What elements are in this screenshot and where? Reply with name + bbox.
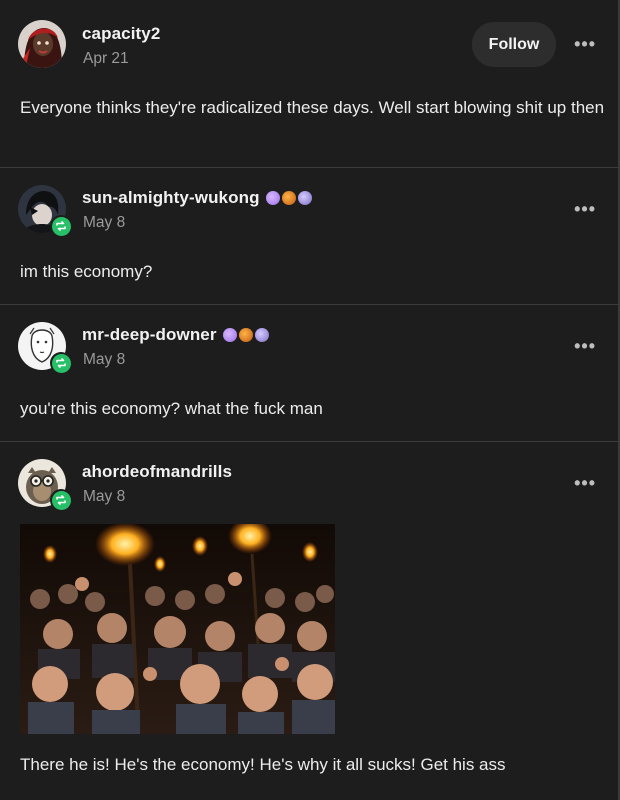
lavender-badge-icon[interactable] (297, 191, 312, 205)
username[interactable]: sun-almighty-wukong (82, 188, 312, 208)
angry-mob-with-torches-image[interactable] (20, 524, 335, 734)
username[interactable]: mr-deep-downer (82, 325, 269, 345)
more-options-icon[interactable]: ••• (574, 473, 596, 494)
post-date[interactable]: Apr 21 (83, 50, 129, 68)
original-post: capacity2 Apr 21 Follow ••• Everyone thi… (0, 0, 618, 168)
username-text[interactable]: sun-almighty-wukong (82, 188, 260, 207)
purple-badge-icon[interactable] (222, 328, 237, 342)
user-badges[interactable] (222, 328, 269, 342)
avatar[interactable] (18, 20, 68, 70)
post-date[interactable]: May 8 (83, 351, 125, 369)
avatar[interactable] (18, 185, 72, 237)
orange-badge-icon[interactable] (281, 191, 296, 205)
reblog-post: sun-almighty-wukong May 8 ••• im this ec… (0, 167, 618, 305)
orange-badge-icon[interactable] (238, 328, 253, 342)
post-text: im this economy? (20, 262, 153, 281)
reblog-post: mr-deep-downer May 8 ••• you're this eco… (0, 304, 618, 442)
post-date[interactable]: May 8 (83, 488, 125, 506)
more-options-icon[interactable]: ••• (574, 34, 596, 55)
reblog-icon (50, 352, 72, 374)
post-text: you're this economy? what the fuck man (20, 399, 323, 418)
post-thread: capacity2 Apr 21 Follow ••• Everyone thi… (0, 0, 620, 800)
username[interactable]: ahordeofmandrills (82, 462, 232, 482)
more-options-icon[interactable]: ••• (574, 199, 596, 220)
username-text[interactable]: mr-deep-downer (82, 325, 217, 344)
avatar-woman-red-icon (18, 20, 66, 68)
avatar[interactable] (18, 322, 72, 374)
follow-button[interactable]: Follow (472, 22, 556, 67)
reblog-icon (50, 215, 72, 237)
more-options-icon[interactable]: ••• (574, 336, 596, 357)
post-text: Everyone thinks they're radicalized thes… (20, 98, 605, 117)
lavender-badge-icon[interactable] (254, 328, 269, 342)
reblog-icon (50, 489, 72, 511)
purple-badge-icon[interactable] (265, 191, 280, 205)
avatar[interactable] (18, 459, 72, 511)
user-badges[interactable] (265, 191, 312, 205)
username[interactable]: capacity2 (82, 24, 160, 44)
post-text: There he is! He's the economy! He's why … (20, 755, 506, 774)
post-date[interactable]: May 8 (83, 214, 125, 232)
